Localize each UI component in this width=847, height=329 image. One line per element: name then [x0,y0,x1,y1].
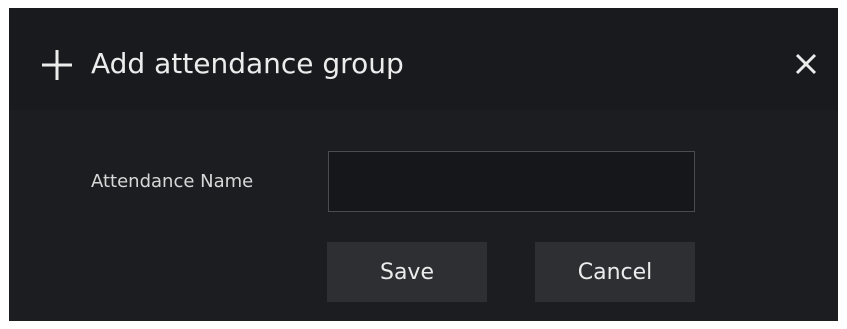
close-icon[interactable] [793,51,819,77]
dialog-header: Add attendance group [9,8,838,110]
add-attendance-group-dialog: Add attendance group Attendance Name Sav… [9,8,838,321]
save-button[interactable]: Save [327,242,487,302]
plus-icon [42,50,72,80]
attendance-name-label: Attendance Name [91,171,254,192]
dialog-title: Add attendance group [91,47,404,80]
cancel-button[interactable]: Cancel [535,242,695,302]
attendance-name-input[interactable] [328,151,695,212]
